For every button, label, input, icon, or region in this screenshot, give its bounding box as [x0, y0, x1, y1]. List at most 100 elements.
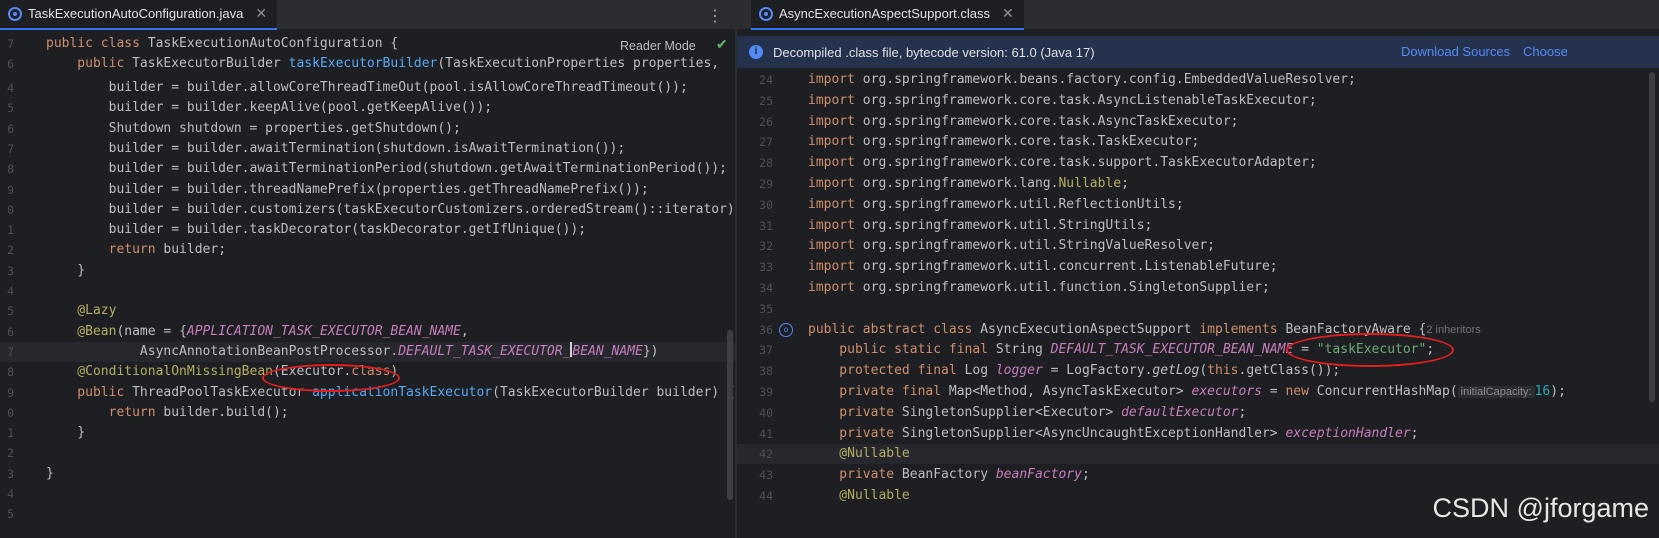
code-line[interactable]: 4 builder = builder.allowCoreThreadTimeO…: [0, 78, 735, 98]
code-token: SingletonSupplier<AsyncUncaughtException…: [901, 425, 1286, 441]
code-line[interactable]: 0 builder = builder.customizers(taskExec…: [0, 200, 735, 220]
code-line[interactable]: 9 builder = builder.threadNamePrefix(pro…: [0, 180, 735, 200]
code-token: @Lazy: [46, 303, 117, 319]
code-token: org.springframework.util.ReflectionUtils…: [862, 196, 1184, 212]
code-token: builder = builder.threadNamePrefix(prope…: [46, 181, 649, 197]
code-line[interactable]: 2 return builder;: [0, 240, 735, 260]
code-token: ;: [1410, 425, 1419, 441]
code-line[interactable]: 5: [0, 504, 735, 524]
code-text: @Nullable: [808, 486, 909, 506]
line-number: 8: [7, 162, 14, 177]
inheritors-hint: 2 inheritors: [1426, 323, 1481, 336]
code-token: builder.build();: [163, 404, 289, 420]
code-token: org.springframework.util.function.Single…: [862, 280, 1270, 295]
line-number: 36: [759, 322, 773, 337]
code-line[interactable]: 6 @Bean(name = {APPLICATION_TASK_EXECUTO…: [0, 322, 735, 342]
code-line[interactable]: 6 Shutdown shutdown = properties.getShut…: [0, 119, 735, 139]
code-line[interactable]: 42 @Nullable: [737, 444, 1659, 465]
code-line[interactable]: 7 AsyncAnnotationBeanPostProcessor.DEFAU…: [0, 341, 735, 362]
code-token: private: [808, 425, 902, 441]
vertical-scrollbar[interactable]: [727, 330, 733, 500]
line-number: 6: [7, 324, 14, 339]
code-token: public static final: [808, 342, 996, 358]
code-line[interactable]: 2: [0, 443, 735, 463]
code-line[interactable]: 27 import org.springframework.core.task.T…: [737, 132, 1659, 152]
info-icon: i: [749, 45, 763, 59]
code-token: import: [808, 217, 863, 233]
code-token: import: [808, 238, 863, 254]
code-token: TaskExecutorBuilder: [132, 56, 289, 71]
line-number: 7: [7, 344, 14, 359]
code-token: Log: [964, 363, 996, 379]
tab-task-execution-auto-configuration[interactable]: TaskExecutionAutoConfiguration.java ✕: [0, 0, 278, 30]
download-sources-link[interactable]: Download Sources: [1401, 44, 1510, 59]
code-text: builder = builder.allowCoreThreadTimeOut…: [46, 78, 688, 98]
code-token: org.springframework.core.task.support.Ta…: [862, 155, 1317, 171]
code-line[interactable]: 38 protected final Log logger = LogFacto…: [737, 361, 1659, 381]
code-token: builder = builder.awaitTerminationPeriod…: [46, 161, 727, 177]
code-line[interactable]: 4: [0, 484, 735, 504]
code-line[interactable]: 37 public static final String DEFAULT_TA…: [737, 340, 1659, 360]
close-icon[interactable]: ✕: [255, 5, 267, 22]
code-token: builder = builder.taskDecorator(taskDeco…: [46, 222, 587, 238]
code-token: taskExecutorBuilder: [288, 56, 438, 71]
class-file-icon: [759, 6, 773, 21]
annotation-ellipse-conditional: [262, 364, 400, 392]
code-line[interactable]: 33 import org.springframework.util.concur…: [737, 257, 1659, 277]
line-number: 41: [759, 426, 773, 441]
code-line[interactable]: 1 }: [0, 423, 735, 443]
code-token: import: [808, 259, 863, 275]
line-number: 26: [759, 114, 773, 129]
code-line[interactable]: 30 import org.springframework.util.Reflec…: [737, 195, 1659, 215]
tab-label: AsyncExecutionAspectSupport.class: [779, 6, 990, 21]
code-line[interactable]: 3 }: [0, 261, 735, 281]
code-token: public: [46, 56, 133, 71]
code-text: public TaskExecutorBuilder taskExecutorB…: [46, 54, 719, 74]
java-class-icon: [8, 6, 22, 21]
more-options-icon[interactable]: ⋮: [707, 6, 723, 26]
code-line[interactable]: 24 import org.springframework.beans.facto…: [737, 70, 1659, 90]
code-line[interactable]: 5 builder = builder.keepAlive(pool.getKe…: [0, 98, 735, 118]
code-line[interactable]: 28 import org.springframework.core.task.s…: [737, 153, 1659, 173]
code-line[interactable]: 7 public class TaskExecutionAutoConfigura…: [0, 34, 735, 54]
code-text: public class TaskExecutionAutoConfigurat…: [46, 34, 398, 54]
code-line[interactable]: 7 builder = builder.awaitTermination(shu…: [0, 139, 735, 159]
code-line[interactable]: 3}: [0, 464, 735, 484]
code-token: org.springframework.util.StringValueReso…: [862, 238, 1215, 254]
code-token: (TaskExecutionProperties properties,: [437, 56, 720, 71]
code-line[interactable]: 5 @Lazy: [0, 301, 735, 321]
code-line[interactable]: 35: [737, 299, 1659, 319]
code-line[interactable]: 4: [0, 281, 735, 301]
code-text: private SingletonSupplier<AsyncUncaughtE…: [808, 424, 1419, 444]
code-line[interactable]: 40 private SingletonSupplier<Executor> d…: [737, 403, 1659, 423]
code-line[interactable]: 0 return builder.build();: [0, 403, 735, 423]
code-line[interactable]: 36 public abstract class AsyncExecutionAs…: [737, 320, 1659, 340]
code-line[interactable]: 41 private SingletonSupplier<AsyncUncaug…: [737, 424, 1659, 444]
code-text: }: [46, 464, 54, 484]
code-line[interactable]: 8 builder = builder.awaitTerminationPeri…: [0, 159, 735, 179]
code-token: org.springframework.util.StringUtils;: [862, 217, 1153, 233]
code-text: }: [46, 261, 85, 281]
code-line[interactable]: 34 import org.springframework.util.functi…: [737, 278, 1659, 298]
code-line[interactable]: 39 private final Map<Method, AsyncTaskEx…: [737, 382, 1659, 402]
code-line[interactable]: 26 import org.springframework.core.task.A…: [737, 112, 1659, 132]
code-text: @Lazy: [46, 301, 116, 321]
line-number: 27: [759, 135, 773, 150]
code-line[interactable]: 1 builder = builder.taskDecorator(taskDe…: [0, 220, 735, 240]
code-token: org.springframework.beans.factory.config…: [862, 72, 1356, 87]
choose-sources-link[interactable]: Choose: [1523, 44, 1568, 59]
implementation-gutter-icon[interactable]: o: [779, 322, 793, 337]
code-token: import: [808, 176, 863, 191]
code-text: import org.springframework.util.StringUt…: [808, 216, 1152, 236]
code-line[interactable]: 32 import org.springframework.util.String…: [737, 236, 1659, 256]
code-line[interactable]: 25 import org.springframework.core.task.A…: [737, 91, 1659, 111]
code-line[interactable]: 43 private BeanFactory beanFactory;: [737, 465, 1659, 485]
vertical-scrollbar[interactable]: [1649, 72, 1655, 402]
code-line[interactable]: 29 import org.springframework.lang.Nullab…: [737, 174, 1659, 194]
close-icon[interactable]: ✕: [1002, 5, 1014, 22]
tab-async-execution-aspect-support[interactable]: AsyncExecutionAspectSupport.class ✕: [751, 0, 1024, 30]
line-number: 37: [759, 343, 773, 358]
banner-text: Decompiled .class file, bytecode version…: [773, 44, 1095, 60]
code-line[interactable]: 31 import org.springframework.util.String…: [737, 216, 1659, 236]
code-line[interactable]: 6 public TaskExecutorBuilder taskExecuto…: [0, 54, 735, 74]
